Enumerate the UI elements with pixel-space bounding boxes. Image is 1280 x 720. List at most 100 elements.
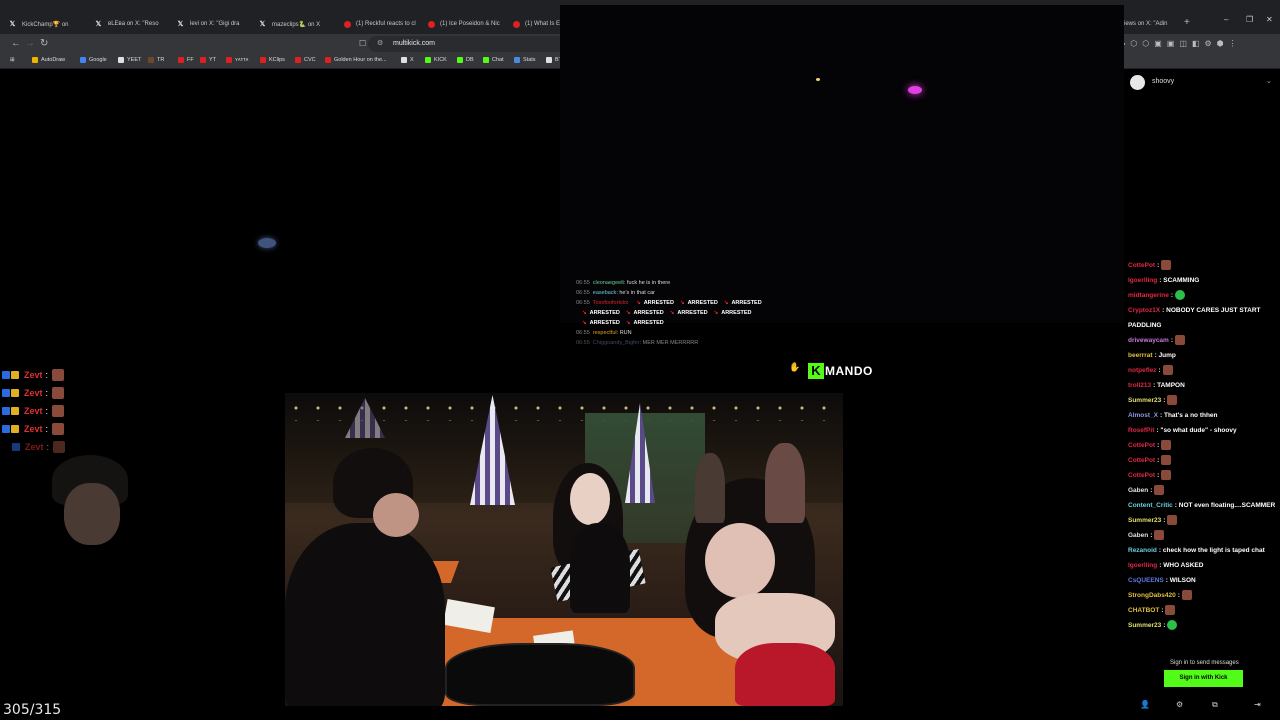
restore-icon[interactable]: ❐ [1246,15,1253,24]
bookmark-item[interactable]: TR [148,57,164,63]
bookmark-item[interactable]: YT [200,57,216,63]
kick-chat-panel: shoovy ⌄ CottePot: Igoerlling: SCAMMING m… [1124,70,1280,720]
chat-text: Jump [1158,352,1176,359]
bookmark-item[interactable]: AutoDraw [32,57,65,63]
new-tab-button[interactable]: + [1184,17,1190,28]
bookmark-favicon-icon [32,57,38,63]
chat-username: Summer23 [1128,622,1162,629]
bookmark-item[interactable]: Chat [483,57,504,63]
car-light [908,86,922,94]
chat-username: Tosofooforlolo [592,300,628,306]
stream-overlay-chat: 06:55 cleonaegeelt: fuck he is in there 06… [576,278,836,348]
chat-message: CHATBOT: [1128,603,1280,618]
reload-icon[interactable]: ↻ [40,38,48,49]
extension-icons[interactable]: ◆◆⬡⬡▣▣◫◧⚙⬢⋮ [1108,39,1242,48]
chat-text: WHO ASKED [1163,562,1204,569]
browser-tab[interactable]: 𝕏ʙLEвa on X: "Reso [94,14,172,34]
overlay-chat-row: 06:55 easeback: he's in that car [576,290,655,296]
bookmark-item[interactable]: DB [457,57,474,63]
minimize-icon[interactable]: – [1224,15,1228,24]
collapse-icon[interactable]: ⇥ [1254,700,1261,709]
browser-tab[interactable]: 𝕏mazeclips🐍 on X [258,14,336,34]
bookmark-item[interactable]: CVC [295,57,316,63]
emote-icon [1162,365,1173,376]
chat-message: notpeflez: [1128,363,1280,378]
bookmark-favicon-icon [295,57,301,63]
forward-icon[interactable]: → [25,38,35,49]
chat-username: troll213 [1128,382,1152,389]
url-text[interactable]: multikick.com [393,40,435,47]
arrested-emote: ARRESTED [718,300,762,306]
streamer-webcam [32,455,142,550]
chat-message: StrongDabs420: [1128,588,1280,603]
man-face [373,493,419,537]
browser-tab[interactable]: 𝕏 KickChamp🏆 on [8,14,86,34]
bookmark-item[interactable]: KClips [260,57,285,63]
bookmark-label: Google [89,57,107,63]
tab-label: levi on X: "Gigi dra [190,21,240,27]
arrested-emote: ARRESTED [576,310,620,316]
message-time: 06:55 [576,290,590,296]
red-top [735,643,835,706]
chat-username: Zevt [24,406,43,416]
bookmark-item[interactable]: KICK [425,57,447,63]
badge-icon [11,371,19,379]
bookmark-favicon-icon [80,57,86,63]
x-icon: 𝕏 [259,21,266,28]
emote-icon [1167,620,1178,631]
bookmark-label: ʏᴀᴛᴛᴀ [235,57,249,63]
youtube-icon [513,20,520,28]
bookmark-item[interactable]: Google [80,57,107,63]
chat-channel-selector[interactable]: shoovy ⌄ [1124,74,1280,90]
site-info-icon[interactable]: ⚙ [377,39,383,47]
apps-grid-icon[interactable]: ⊞ [10,57,15,63]
bookmark-item[interactable]: Golden Hour on the... [325,57,387,63]
emote-icon [1181,590,1192,601]
popout-icon[interactable]: ⧉ [1212,700,1218,710]
sign-in-button[interactable]: Sign in with Kick [1164,670,1243,687]
gear-icon[interactable]: ⚙ [1176,700,1183,709]
bookmark-item[interactable]: FF [178,57,194,63]
chat-username: notpeflez [1128,367,1157,374]
bookmark-item[interactable]: X [401,57,414,63]
chat-message: RosefPit: "so what dude" - shoovy [1128,427,1237,434]
bookmark-item[interactable]: Stats [514,57,536,63]
chat-message-list[interactable]: CottePot: Igoerlling: SCAMMING midtangeri… [1128,258,1280,633]
arrested-emote: ARRESTED [708,310,752,316]
overlay-chat-row: 06:55 Chiggoandy_Bigfer: MER MER MERRRRR [576,340,699,346]
browser-tab[interactable]: (1) Ice Poseidon & Nic [428,14,506,34]
browser-tab[interactable]: (1) Reckful reacts to cl [344,14,422,34]
stream-top-video[interactable] [560,5,1124,323]
emote-icon [1165,605,1176,616]
back-icon[interactable]: ← [11,38,21,49]
background-person [695,453,725,523]
chat-username: cleonaegeelt [592,280,624,286]
emote-icon [1154,485,1165,496]
emote-icon [1174,290,1185,301]
emote-icon [52,387,65,399]
bookmark-label: YT [209,57,217,63]
chat-username: respectful [592,330,617,336]
bookmark-favicon-icon [260,57,266,63]
message-time: 06:55 [576,330,590,336]
add-user-icon[interactable]: 👤 [1140,700,1150,709]
overlay-chat-row: 06:55Tosofooforlolo: ARRESTEDARRESTEDARR… [576,298,836,308]
channel-username: shoovy [1152,78,1175,85]
arrested-emote: ARRESTED [674,300,718,306]
stream-restaurant-video[interactable] [285,393,843,706]
bookmark-item[interactable]: YEET [118,57,141,63]
close-window-icon[interactable]: ✕ [1266,15,1273,24]
x-icon: 𝕏 [9,21,16,28]
chevron-down-icon[interactable]: ⌄ [1266,77,1272,85]
chat-username: RosefPit [1128,427,1155,434]
tab-label: (1) Ice Poseidon & Nic [440,21,500,27]
emote-icon [1161,260,1172,271]
chat-message: Igoerlling: SCAMMING [1128,277,1200,284]
bookmark-item[interactable]: ʏᴀᴛᴛᴀ [226,57,248,63]
chat-text: NOT even floating....SCAMMER [1178,502,1276,509]
bookmark-label: Chat [492,57,504,63]
streamer-label: K MANDO [808,362,873,380]
browser-tab[interactable]: 𝕏levi on X: "Gigi dra [176,14,254,34]
bookmark-star-icon[interactable]: ☐ [359,39,366,48]
chat-message: CsQUEENS: WILSON [1128,577,1196,584]
